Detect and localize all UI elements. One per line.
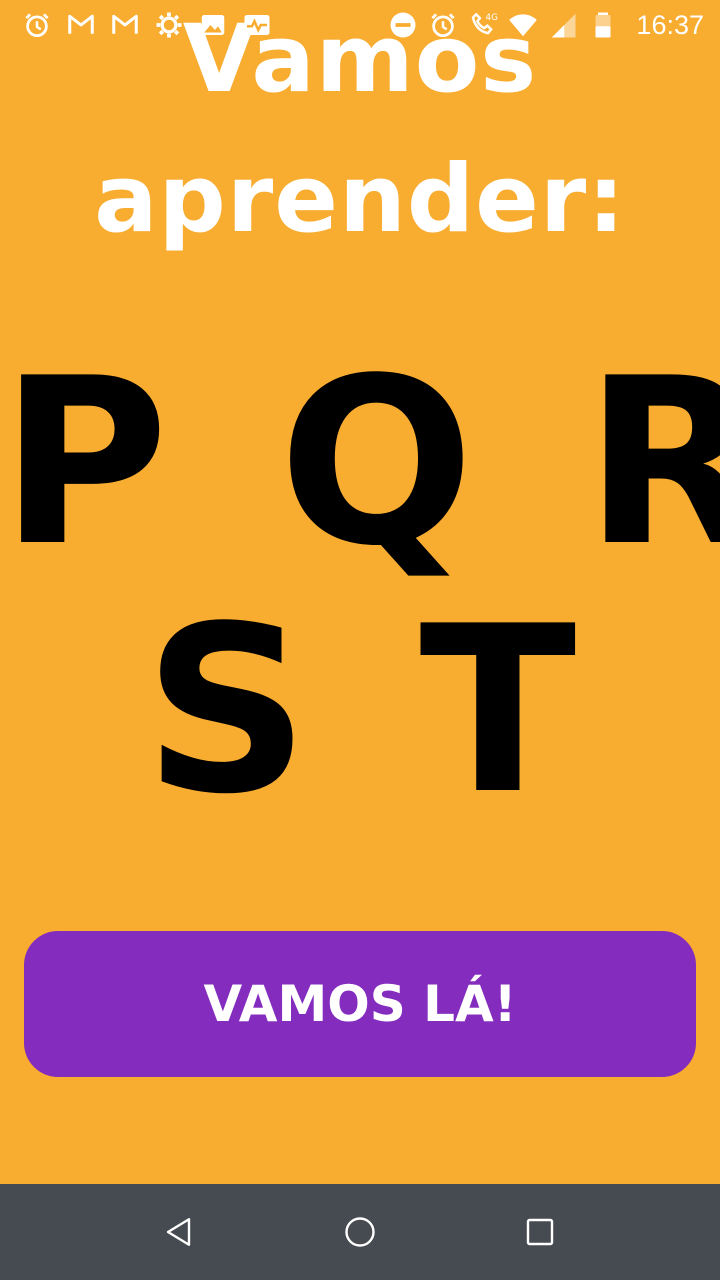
navigation-bar bbox=[0, 1184, 720, 1280]
gallery-icon bbox=[198, 10, 228, 40]
gmail-icon bbox=[66, 10, 96, 40]
recents-icon bbox=[526, 1218, 554, 1246]
do-not-disturb-icon bbox=[388, 10, 418, 40]
recents-button[interactable] bbox=[504, 1196, 576, 1268]
status-clock: 16:37 bbox=[636, 9, 704, 40]
gmail-icon bbox=[110, 10, 140, 40]
lets-go-button[interactable]: VAMOS LÁ! bbox=[24, 931, 696, 1077]
wifi-icon bbox=[508, 10, 538, 40]
status-bar: 4G 16:37 bbox=[0, 0, 720, 50]
settings-icon bbox=[154, 10, 184, 40]
battery-icon bbox=[588, 10, 618, 40]
back-icon bbox=[166, 1218, 191, 1246]
back-button[interactable] bbox=[144, 1196, 216, 1268]
home-icon bbox=[345, 1217, 375, 1247]
letters-display: P Q R S T bbox=[0, 340, 720, 836]
title-line-2: aprender: bbox=[94, 145, 626, 254]
activity-icon bbox=[242, 10, 272, 40]
status-left-icons bbox=[22, 10, 272, 40]
alarm-icon bbox=[22, 10, 52, 40]
status-right-icons: 4G 16:37 bbox=[388, 10, 704, 41]
letters-row-1: P Q R bbox=[0, 330, 720, 597]
app-screen: 4G 16:37 Vamos aprender: P Q R S T VAMOS… bbox=[0, 0, 720, 1280]
home-button[interactable] bbox=[324, 1196, 396, 1268]
signal-icon bbox=[548, 10, 578, 40]
wifi-call-icon: 4G bbox=[468, 10, 498, 40]
svg-text:4G: 4G bbox=[486, 13, 499, 23]
letters-row-2: S T bbox=[143, 578, 577, 845]
alarm-icon bbox=[428, 10, 458, 40]
